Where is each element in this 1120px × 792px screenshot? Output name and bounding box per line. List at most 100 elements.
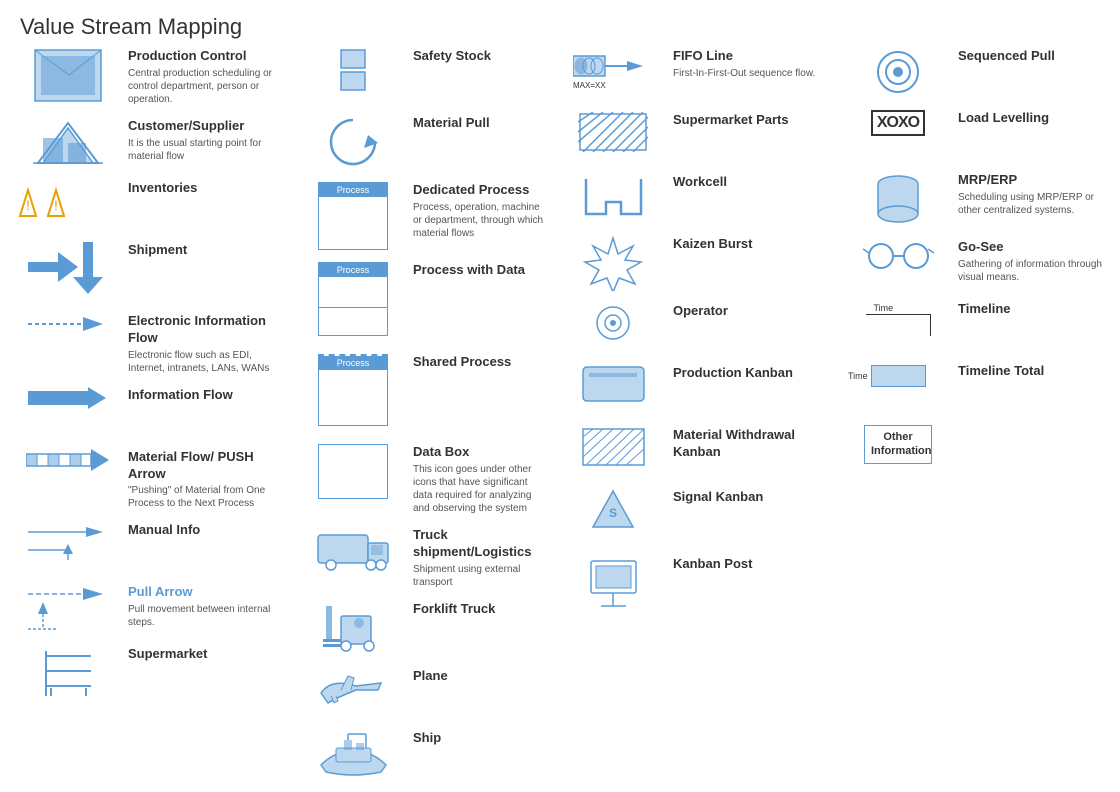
material-flow-push-title: Material Flow/ PUSH Arrow: [128, 449, 287, 483]
item-timeline-total: Time Timeline Total: [848, 363, 1102, 413]
item-process-with-data: Process Process with Data: [303, 262, 547, 336]
item-operator: Operator: [563, 303, 832, 353]
plane-title: Plane: [413, 668, 547, 685]
go-see-icon: [848, 239, 948, 274]
electronic-info-text: Electronic Information Flow Electronic f…: [128, 313, 287, 375]
kaizen-burst-text: Kaizen Burst: [673, 236, 832, 253]
dedicated-process-icon: Process: [303, 182, 403, 250]
fifo-line-desc: First-In-First-Out sequence flow.: [673, 67, 832, 80]
plane-text: Plane: [413, 668, 547, 685]
page-title: Value Stream Mapping: [0, 0, 1120, 48]
workcell-text: Workcell: [673, 174, 832, 191]
item-electronic-info: Electronic Information Flow Electronic f…: [18, 313, 287, 375]
item-forklift-truck: Forklift Truck: [303, 601, 547, 656]
production-kanban-text: Production Kanban: [673, 365, 832, 382]
item-information-flow: Information Flow: [18, 387, 287, 437]
timeline-time-text: Time: [874, 303, 894, 313]
svg-text:MAX=XX: MAX=XX: [573, 81, 606, 90]
electronic-info-icon: [18, 313, 118, 335]
item-kanban-post: Kanban Post: [563, 556, 832, 611]
item-load-levelling: XOXO Load Levelling: [848, 110, 1102, 160]
go-see-title: Go-See: [958, 239, 1102, 256]
manual-info-icon: [18, 522, 118, 562]
signal-kanban-text: Signal Kanban: [673, 489, 832, 506]
kaizen-burst-title: Kaizen Burst: [673, 236, 832, 253]
shared-process-box: Process: [318, 354, 388, 426]
operator-text: Operator: [673, 303, 832, 320]
item-signal-kanban: S Signal Kanban: [563, 489, 832, 544]
process-with-data-box: Process: [318, 262, 388, 336]
material-flow-push-text: Material Flow/ PUSH Arrow "Pushing" of M…: [128, 449, 287, 511]
material-pull-text: Material Pull: [413, 115, 547, 132]
safety-stock-icon: [303, 48, 403, 103]
material-flow-push-desc: "Pushing" of Material from One Process t…: [128, 484, 287, 510]
load-levelling-text: Load Levelling: [958, 110, 1102, 127]
dedicated-process-text: Dedicated Process Process, operation, ma…: [413, 182, 547, 240]
timeline-total-visual: Time: [848, 363, 926, 387]
information-flow-title: Information Flow: [128, 387, 287, 404]
inventories-text: Inventories: [128, 180, 287, 197]
process-with-data-lower: [319, 307, 387, 335]
timeline-total-title: Timeline Total: [958, 363, 1102, 380]
material-flow-push-icon: [18, 449, 118, 471]
item-material-flow-push: Material Flow/ PUSH Arrow "Pushing" of M…: [18, 449, 287, 511]
process-with-data-icon: Process: [303, 262, 403, 336]
timeline-text: Timeline: [958, 301, 1102, 318]
column-2: Safety Stock Material Pull Process: [295, 48, 555, 792]
item-truck-shipment: Truck shipment/Logistics Shipment using …: [303, 527, 547, 589]
item-production-control: Production Control Central production sc…: [18, 48, 287, 106]
dedicated-process-desc: Process, operation, machine or departmen…: [413, 201, 547, 240]
truck-shipment-desc: Shipment using external transport: [413, 563, 547, 589]
shipment-title: Shipment: [128, 242, 287, 259]
timeline-title: Timeline: [958, 301, 1102, 318]
item-other-information: Other Information: [848, 425, 1102, 475]
other-info-box: Other Information: [864, 425, 932, 464]
material-withdrawal-kanban-title: Material Withdrawal Kanban: [673, 427, 832, 461]
kanban-post-text: Kanban Post: [673, 556, 832, 573]
safety-stock-text: Safety Stock: [413, 48, 547, 65]
inventories-title: Inventories: [128, 180, 287, 197]
shared-process-icon: Process: [303, 354, 403, 426]
pull-arrow-icon: [18, 584, 118, 634]
electronic-info-desc: Electronic flow such as EDI, Internet, i…: [128, 349, 287, 375]
plane-icon: [303, 668, 403, 713]
supermarket-parts-text: Supermarket Parts: [673, 112, 832, 129]
column-4: Sequenced Pull XOXO Load Levelling: [840, 48, 1110, 792]
manual-info-title: Manual Info: [128, 522, 287, 539]
customer-supplier-desc: It is the usual starting point for mater…: [128, 137, 287, 163]
customer-supplier-text: Customer/Supplier It is the usual starti…: [128, 118, 287, 163]
main-content: Production Control Central production sc…: [0, 48, 1120, 792]
supermarket-text: Supermarket: [128, 646, 287, 663]
data-box-desc: This icon goes under other icons that ha…: [413, 463, 547, 515]
process-with-data-header: Process: [319, 263, 387, 277]
item-supermarket: Supermarket: [18, 646, 287, 701]
item-shipment: Shipment: [18, 242, 287, 297]
data-box-title: Data Box: [413, 444, 547, 461]
signal-kanban-icon: S: [563, 489, 663, 544]
operator-title: Operator: [673, 303, 832, 320]
pull-arrow-title: Pull Arrow: [128, 584, 287, 601]
mrp-erp-text: MRP/ERP Scheduling using MRP/ERP or othe…: [958, 172, 1102, 217]
inventories-icon: ! !: [18, 180, 118, 222]
timeline-icon: Time: [848, 301, 948, 336]
svg-text:!: !: [26, 197, 30, 213]
item-shared-process: Process Shared Process: [303, 354, 547, 426]
column-3: MAX=XX FIFO Line First-In-First-Out sequ…: [555, 48, 840, 792]
data-box-box: [318, 444, 388, 499]
dedicated-process-header: Process: [319, 183, 387, 197]
load-levelling-title: Load Levelling: [958, 110, 1102, 127]
dedicated-process-body: [319, 197, 387, 249]
sequenced-pull-icon: [848, 48, 948, 96]
item-go-see: Go-See Gathering of information through …: [848, 239, 1102, 289]
material-withdrawal-kanban-icon: [563, 427, 663, 467]
operator-icon: [563, 303, 663, 343]
workcell-title: Workcell: [673, 174, 832, 191]
item-data-box: Data Box This icon goes under other icon…: [303, 444, 547, 515]
production-control-text: Production Control Central production sc…: [128, 48, 287, 106]
item-customer-supplier: Customer/Supplier It is the usual starti…: [18, 118, 287, 168]
truck-shipment-icon: [303, 527, 403, 572]
mrp-erp-desc: Scheduling using MRP/ERP or other centra…: [958, 191, 1102, 217]
dedicated-process-title: Dedicated Process: [413, 182, 547, 199]
material-pull-title: Material Pull: [413, 115, 547, 132]
shipment-text: Shipment: [128, 242, 287, 259]
